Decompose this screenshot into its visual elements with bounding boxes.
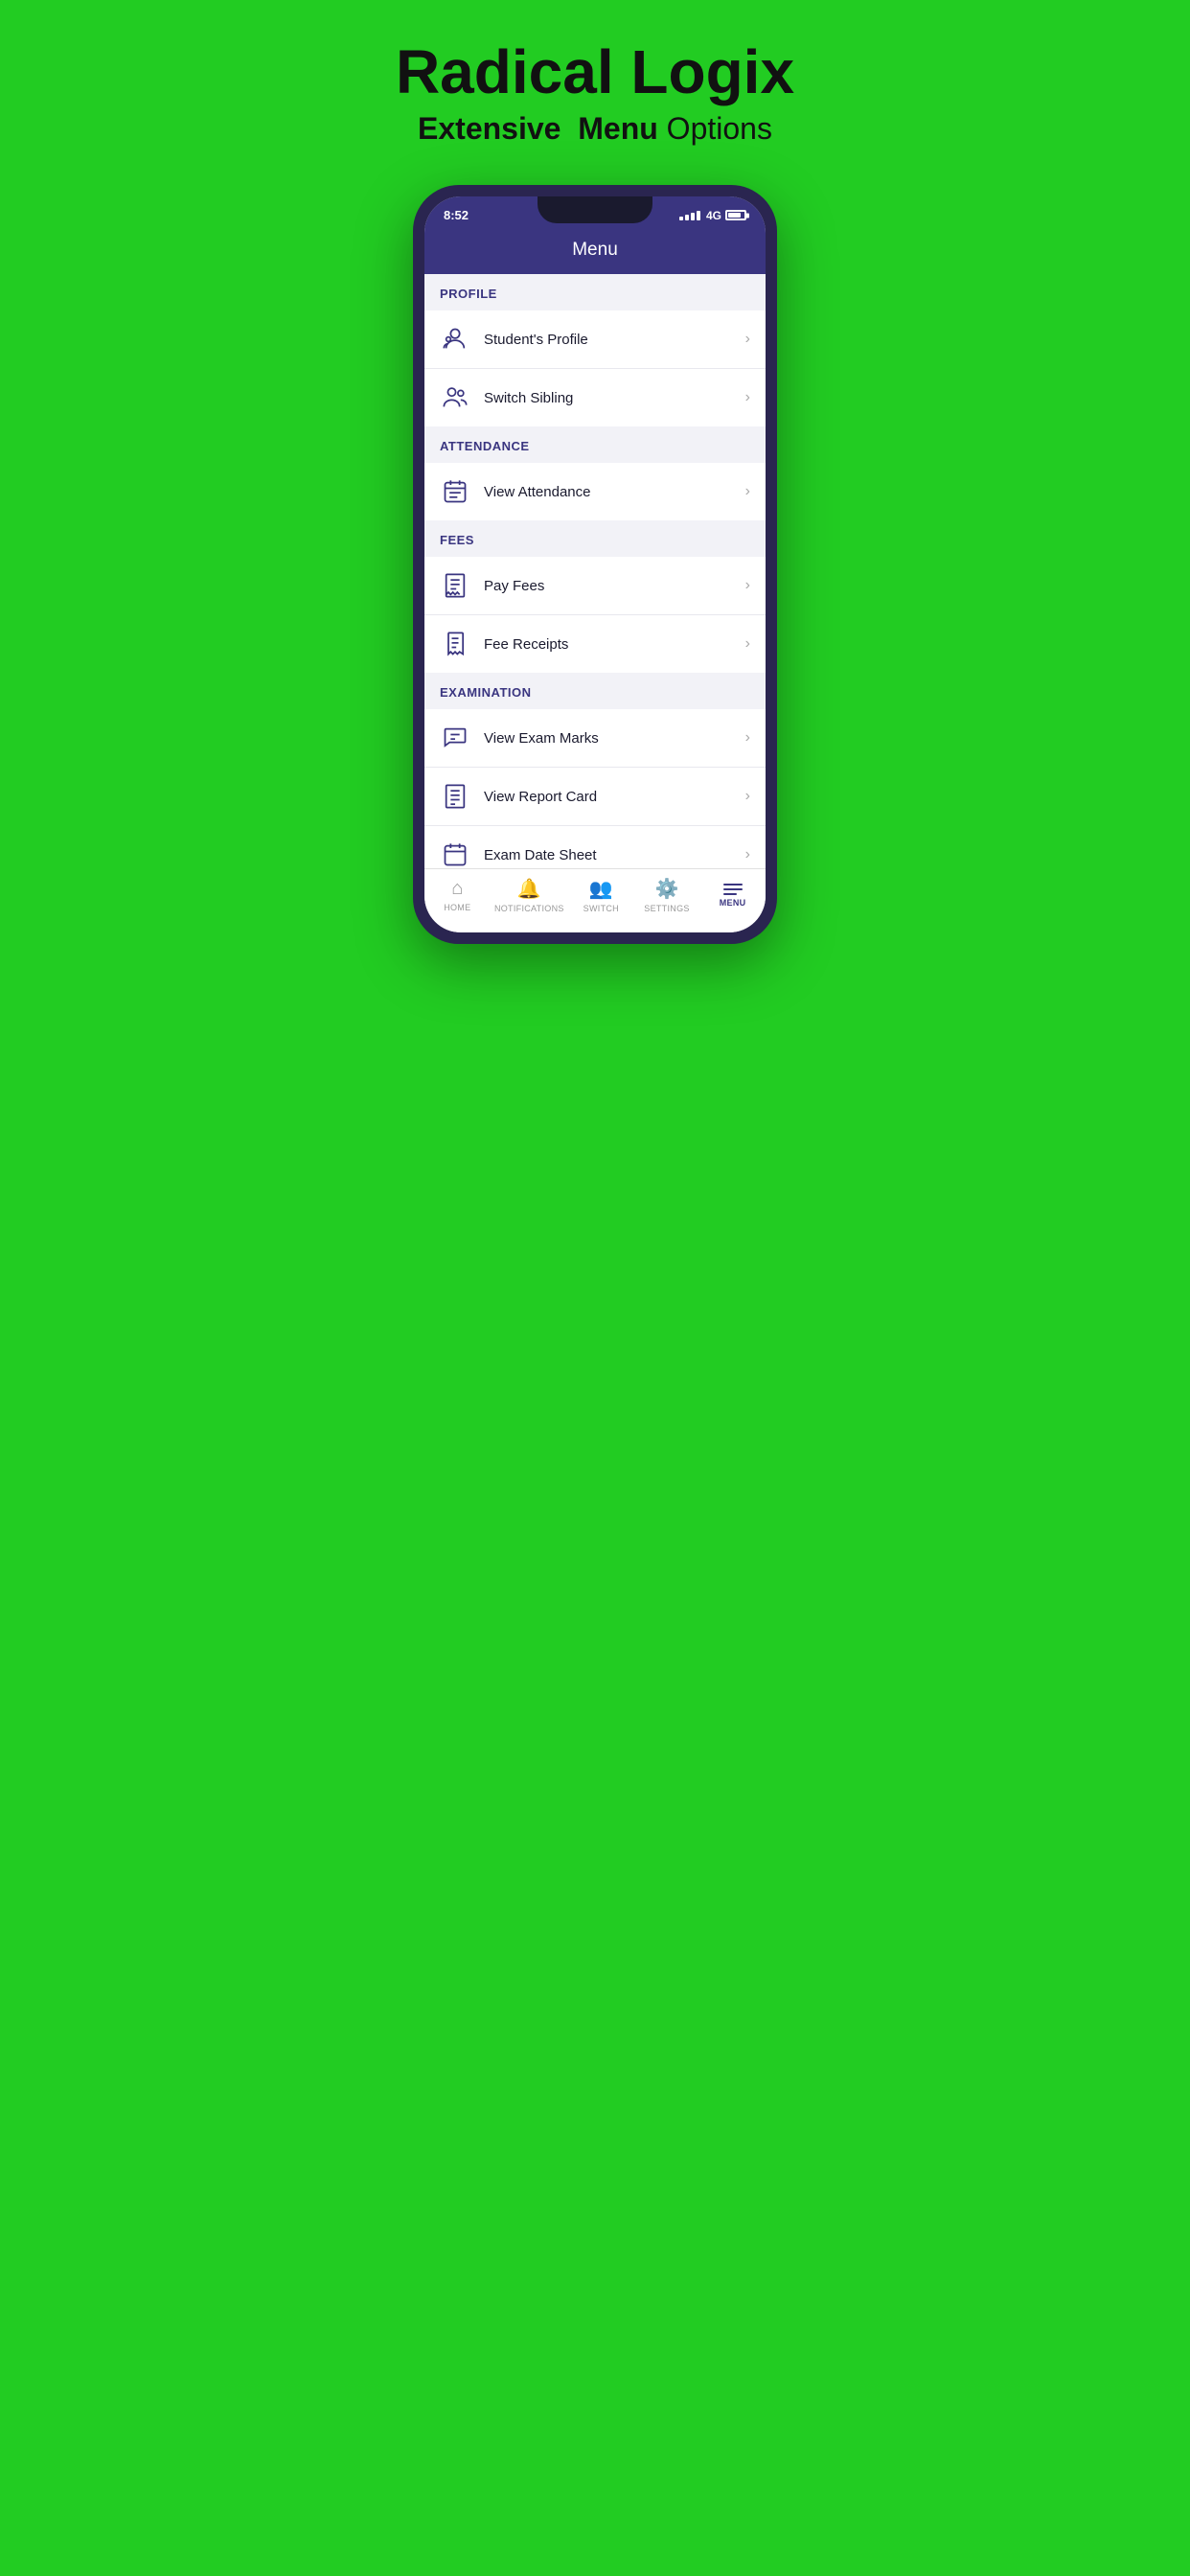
- menu-item-pay-fees[interactable]: Pay Fees ›: [424, 557, 766, 615]
- section-attendance-header: ATTENDANCE: [424, 426, 766, 463]
- nav-item-switch[interactable]: 👥 SWITCH: [572, 877, 629, 913]
- pay-fees-label: Pay Fees: [484, 578, 745, 594]
- menu-item-exam-date-sheet[interactable]: Exam Date Sheet ›: [424, 826, 766, 868]
- menu-item-switch-sibling[interactable]: Switch Sibling ›: [424, 369, 766, 426]
- report-icon: [440, 781, 470, 812]
- menu-item-view-exam-marks[interactable]: View Exam Marks ›: [424, 709, 766, 768]
- chat-doc-icon: [440, 723, 470, 753]
- chevron-icon: ›: [745, 635, 750, 653]
- chevron-icon: ›: [745, 846, 750, 863]
- bottom-nav: ⌂ HOME 🔔 NOTIFICATIONS 👥 SWITCH ⚙️ SETTI…: [424, 868, 766, 932]
- calendar-icon: [440, 840, 470, 868]
- chevron-icon: ›: [745, 577, 750, 594]
- attendance-menu-group: View Attendance ›: [424, 463, 766, 520]
- nav-item-settings[interactable]: ⚙️ SETTINGS: [638, 877, 696, 913]
- signal-bars: [679, 211, 700, 220]
- phone-frame: 8:52 4G Menu PROFILE: [413, 185, 777, 944]
- nav-item-home[interactable]: ⌂ HOME: [428, 878, 486, 912]
- nav-label-home: HOME: [444, 903, 470, 912]
- calendar-list-icon: [440, 476, 470, 507]
- menu-item-fee-receipts[interactable]: Fee Receipts ›: [424, 615, 766, 673]
- menu-item-view-attendance[interactable]: View Attendance ›: [424, 463, 766, 520]
- app-bar-title: Menu: [572, 240, 618, 260]
- status-icons: 4G: [679, 209, 746, 222]
- status-bar: 8:52 4G: [424, 196, 766, 228]
- phone-inner: 8:52 4G Menu PROFILE: [424, 196, 766, 932]
- person-icon: [440, 324, 470, 355]
- nav-item-menu[interactable]: MENU: [704, 884, 762, 908]
- switch-sibling-label: Switch Sibling: [484, 390, 745, 406]
- receipt2-icon: [440, 629, 470, 659]
- nav-label-switch: SWITCH: [584, 904, 619, 913]
- students-profile-label: Student's Profile: [484, 332, 745, 348]
- section-examination-header: EXAMINATION: [424, 673, 766, 709]
- app-bar: Menu: [424, 228, 766, 274]
- nav-item-notifications[interactable]: 🔔 NOTIFICATIONS: [494, 877, 564, 913]
- view-attendance-label: View Attendance: [484, 484, 745, 500]
- people-icon: [440, 382, 470, 413]
- receipt-icon: [440, 570, 470, 601]
- subtitle-normal: Options: [658, 111, 772, 146]
- menu-item-students-profile[interactable]: Student's Profile ›: [424, 310, 766, 369]
- section-fees-header: FEES: [424, 520, 766, 557]
- status-time: 8:52: [444, 208, 469, 222]
- content-area: PROFILE Student's Profile › Switch Sibli…: [424, 274, 766, 868]
- hamburger-icon: [723, 884, 743, 895]
- chevron-icon: ›: [745, 483, 750, 500]
- exam-date-sheet-label: Exam Date Sheet: [484, 847, 745, 863]
- notch: [538, 196, 652, 223]
- gear-icon: ⚙️: [655, 877, 679, 901]
- nav-label-menu: MENU: [720, 898, 746, 908]
- network-type: 4G: [706, 209, 721, 222]
- chevron-icon: ›: [745, 331, 750, 348]
- chevron-icon: ›: [745, 788, 750, 805]
- view-report-card-label: View Report Card: [484, 789, 745, 805]
- profile-menu-group: Student's Profile › Switch Sibling ›: [424, 310, 766, 426]
- view-exam-marks-label: View Exam Marks: [484, 730, 745, 747]
- home-icon: ⌂: [451, 878, 463, 900]
- examination-menu-group: View Exam Marks › View Report Card › Exa…: [424, 709, 766, 868]
- nav-label-notifications: NOTIFICATIONS: [494, 904, 564, 913]
- switch-icon: 👥: [589, 877, 613, 901]
- menu-item-view-report-card[interactable]: View Report Card ›: [424, 768, 766, 826]
- section-profile-header: PROFILE: [424, 274, 766, 310]
- fee-receipts-label: Fee Receipts: [484, 636, 745, 653]
- page-title: Radical Logix: [396, 38, 794, 105]
- chevron-icon: ›: [745, 729, 750, 747]
- battery-icon: [725, 210, 746, 220]
- nav-label-settings: SETTINGS: [644, 904, 689, 913]
- bell-icon: 🔔: [517, 877, 541, 901]
- chevron-icon: ›: [745, 389, 750, 406]
- fees-menu-group: Pay Fees › Fee Receipts ›: [424, 557, 766, 673]
- page-subtitle: Extensive Menu Options: [418, 111, 772, 147]
- subtitle-bold: Extensive Menu: [418, 111, 658, 146]
